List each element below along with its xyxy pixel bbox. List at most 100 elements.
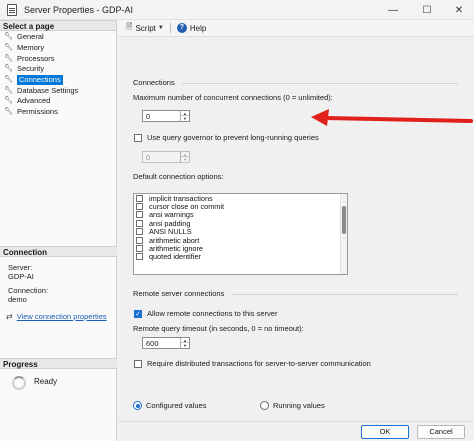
sidebar-item-permissions[interactable]: 🔧︎ Permissions [0,107,116,118]
wrench-icon: 🔧︎ [4,33,13,41]
toolbar: 🗎︎ Script ▼ ? Help [118,20,474,37]
option-checkbox[interactable] [136,245,143,253]
connection-info: Server: GDP-AI Connection: demo ⇄ View c… [0,257,117,321]
left-panel: Select a page 🔧︎ General 🔧︎ Memory 🔧︎ Pr… [0,20,117,441]
connection-label: Connection: [8,286,49,295]
sidebar-item-database-settings[interactable]: 🔧︎ Database Settings [0,85,116,96]
distributed-transactions-label: Require distributed transactions for ser… [147,359,371,368]
scrollbar-thumb[interactable] [342,206,346,234]
wrench-icon: 🔧︎ [4,65,13,73]
max-connections-value: 0 [146,112,151,121]
title-bar: Server Properties - GDP-AI — ☐ ✕ [0,0,474,20]
option-checkbox[interactable] [136,194,143,202]
sidebar-item-label: General [17,32,44,42]
sidebar-item-security[interactable]: 🔧︎ Security [0,64,116,75]
wrench-icon: 🔧︎ [4,97,13,105]
sidebar-item-label: Security [17,64,45,74]
list-item[interactable]: quoted identifier [134,252,347,262]
help-label: Help [189,23,207,33]
query-governor-checkbox[interactable] [134,134,142,142]
dialog-footer: OK Cancel [118,421,474,441]
connections-page: Connections Maximum number of concurrent… [118,38,474,421]
toolbar-separator [169,23,171,33]
progress-status: Ready [34,377,58,386]
query-governor-spin: ▲ ▼ [180,152,189,162]
ok-button[interactable]: OK [361,425,409,439]
running-values-radio[interactable] [260,401,269,410]
wrench-icon: 🔧︎ [4,86,13,94]
option-checkbox[interactable] [136,228,143,236]
sidebar-item-label: Processors [17,53,55,63]
query-governor-stepper[interactable]: 0 ▲ ▼ [142,151,190,163]
option-checkbox[interactable] [136,211,143,219]
max-connections-spin: ▲ ▼ [180,111,189,121]
query-governor-value: 0 [146,153,151,162]
wrench-icon: 🔧︎ [4,44,13,52]
distributed-transactions-checkbox[interactable] [134,360,142,368]
server-label: Server: [8,263,33,272]
script-button[interactable]: 🗎︎ Script ▼ [126,21,164,35]
sidebar-item-label: Database Settings [17,85,79,95]
option-checkbox[interactable] [136,236,143,244]
help-icon: ? [176,23,187,33]
spin-down-icon[interactable]: ▼ [181,343,189,348]
sidebar-item-label: Memory [17,43,45,53]
connection-header: Connection [0,246,117,257]
progress-section: Progress Ready [0,358,117,390]
progress-body: Ready [0,369,117,390]
options-scrollbar[interactable] [340,194,347,274]
option-label: quoted identifier [149,252,201,262]
wrench-icon: 🔧︎ [4,108,13,116]
default-options-label: Default connection options: [133,172,224,181]
running-values-label: Running values [273,401,325,410]
maximize-button[interactable]: ☐ [410,0,444,20]
sidebar-item-label: Permissions [17,107,58,117]
right-panel: 🗎︎ Script ▼ ? Help Connections Maximum n… [118,20,474,441]
configured-values-radio[interactable] [133,401,142,410]
connection-properties-icon: ⇄ [6,312,13,321]
server-properties-icon [7,3,17,16]
cancel-button[interactable]: Cancel [417,425,465,439]
annotation-arrow-icon [311,109,473,126]
sidebar-item-memory[interactable]: 🔧︎ Memory [0,43,116,54]
option-checkbox[interactable] [136,219,143,227]
sidebar-item-label: Advanced [17,96,51,106]
remote-group-title: Remote server connections [133,289,225,298]
option-checkbox[interactable] [136,253,143,261]
sidebar-item-advanced[interactable]: 🔧︎ Advanced [0,96,116,107]
select-page-header: Select a page [0,20,116,31]
remote-timeout-stepper[interactable]: 600 ▲ ▼ [142,337,190,349]
max-connections-label: Maximum number of concurrent connections… [133,93,333,102]
wrench-icon: 🔧︎ [4,54,13,62]
max-connections-stepper[interactable]: 0 ▲ ▼ [142,110,190,122]
option-checkbox[interactable] [136,203,143,211]
script-label: Script [135,23,156,33]
allow-remote-label: Allow remote connections to this server [147,309,278,318]
default-options-list[interactable]: implicit transactions cursor close on co… [133,193,348,275]
configured-values-label: Configured values [146,401,207,410]
server-value: GDP-AI [8,272,34,281]
close-button[interactable]: ✕ [444,0,474,20]
sidebar-item-connections[interactable]: 🔧︎ Connections [0,75,116,86]
script-icon: 🗎︎ [126,22,133,31]
progress-header: Progress [0,358,117,369]
query-governor-label: Use query governor to prevent long-runni… [147,133,319,142]
help-button[interactable]: ? Help [176,23,207,33]
spin-down-icon[interactable]: ▼ [181,157,189,162]
minimize-button[interactable]: — [376,0,410,20]
page-list: 🔧︎ General 🔧︎ Memory 🔧︎ Processors 🔧︎ Se… [0,31,116,118]
sidebar-item-label: Connections [17,75,63,86]
view-connection-properties-link[interactable]: ⇄ View connection properties [6,312,117,321]
connections-group-title: Connections [133,78,175,87]
sidebar-item-general[interactable]: 🔧︎ General [0,32,116,43]
connection-value: demo [8,295,27,304]
remote-timeout-label: Remote query timeout (in seconds, 0 = no… [133,324,304,333]
window-controls: — ☐ ✕ [376,0,474,20]
remote-timeout-spin: ▲ ▼ [180,338,189,348]
spin-down-icon[interactable]: ▼ [181,116,189,121]
group-divider [232,294,458,295]
allow-remote-checkbox[interactable]: ✓ [134,310,142,318]
sidebar-item-processors[interactable]: 🔧︎ Processors [0,53,116,64]
chevron-down-icon: ▼ [157,25,164,31]
remote-timeout-value: 600 [146,339,159,348]
